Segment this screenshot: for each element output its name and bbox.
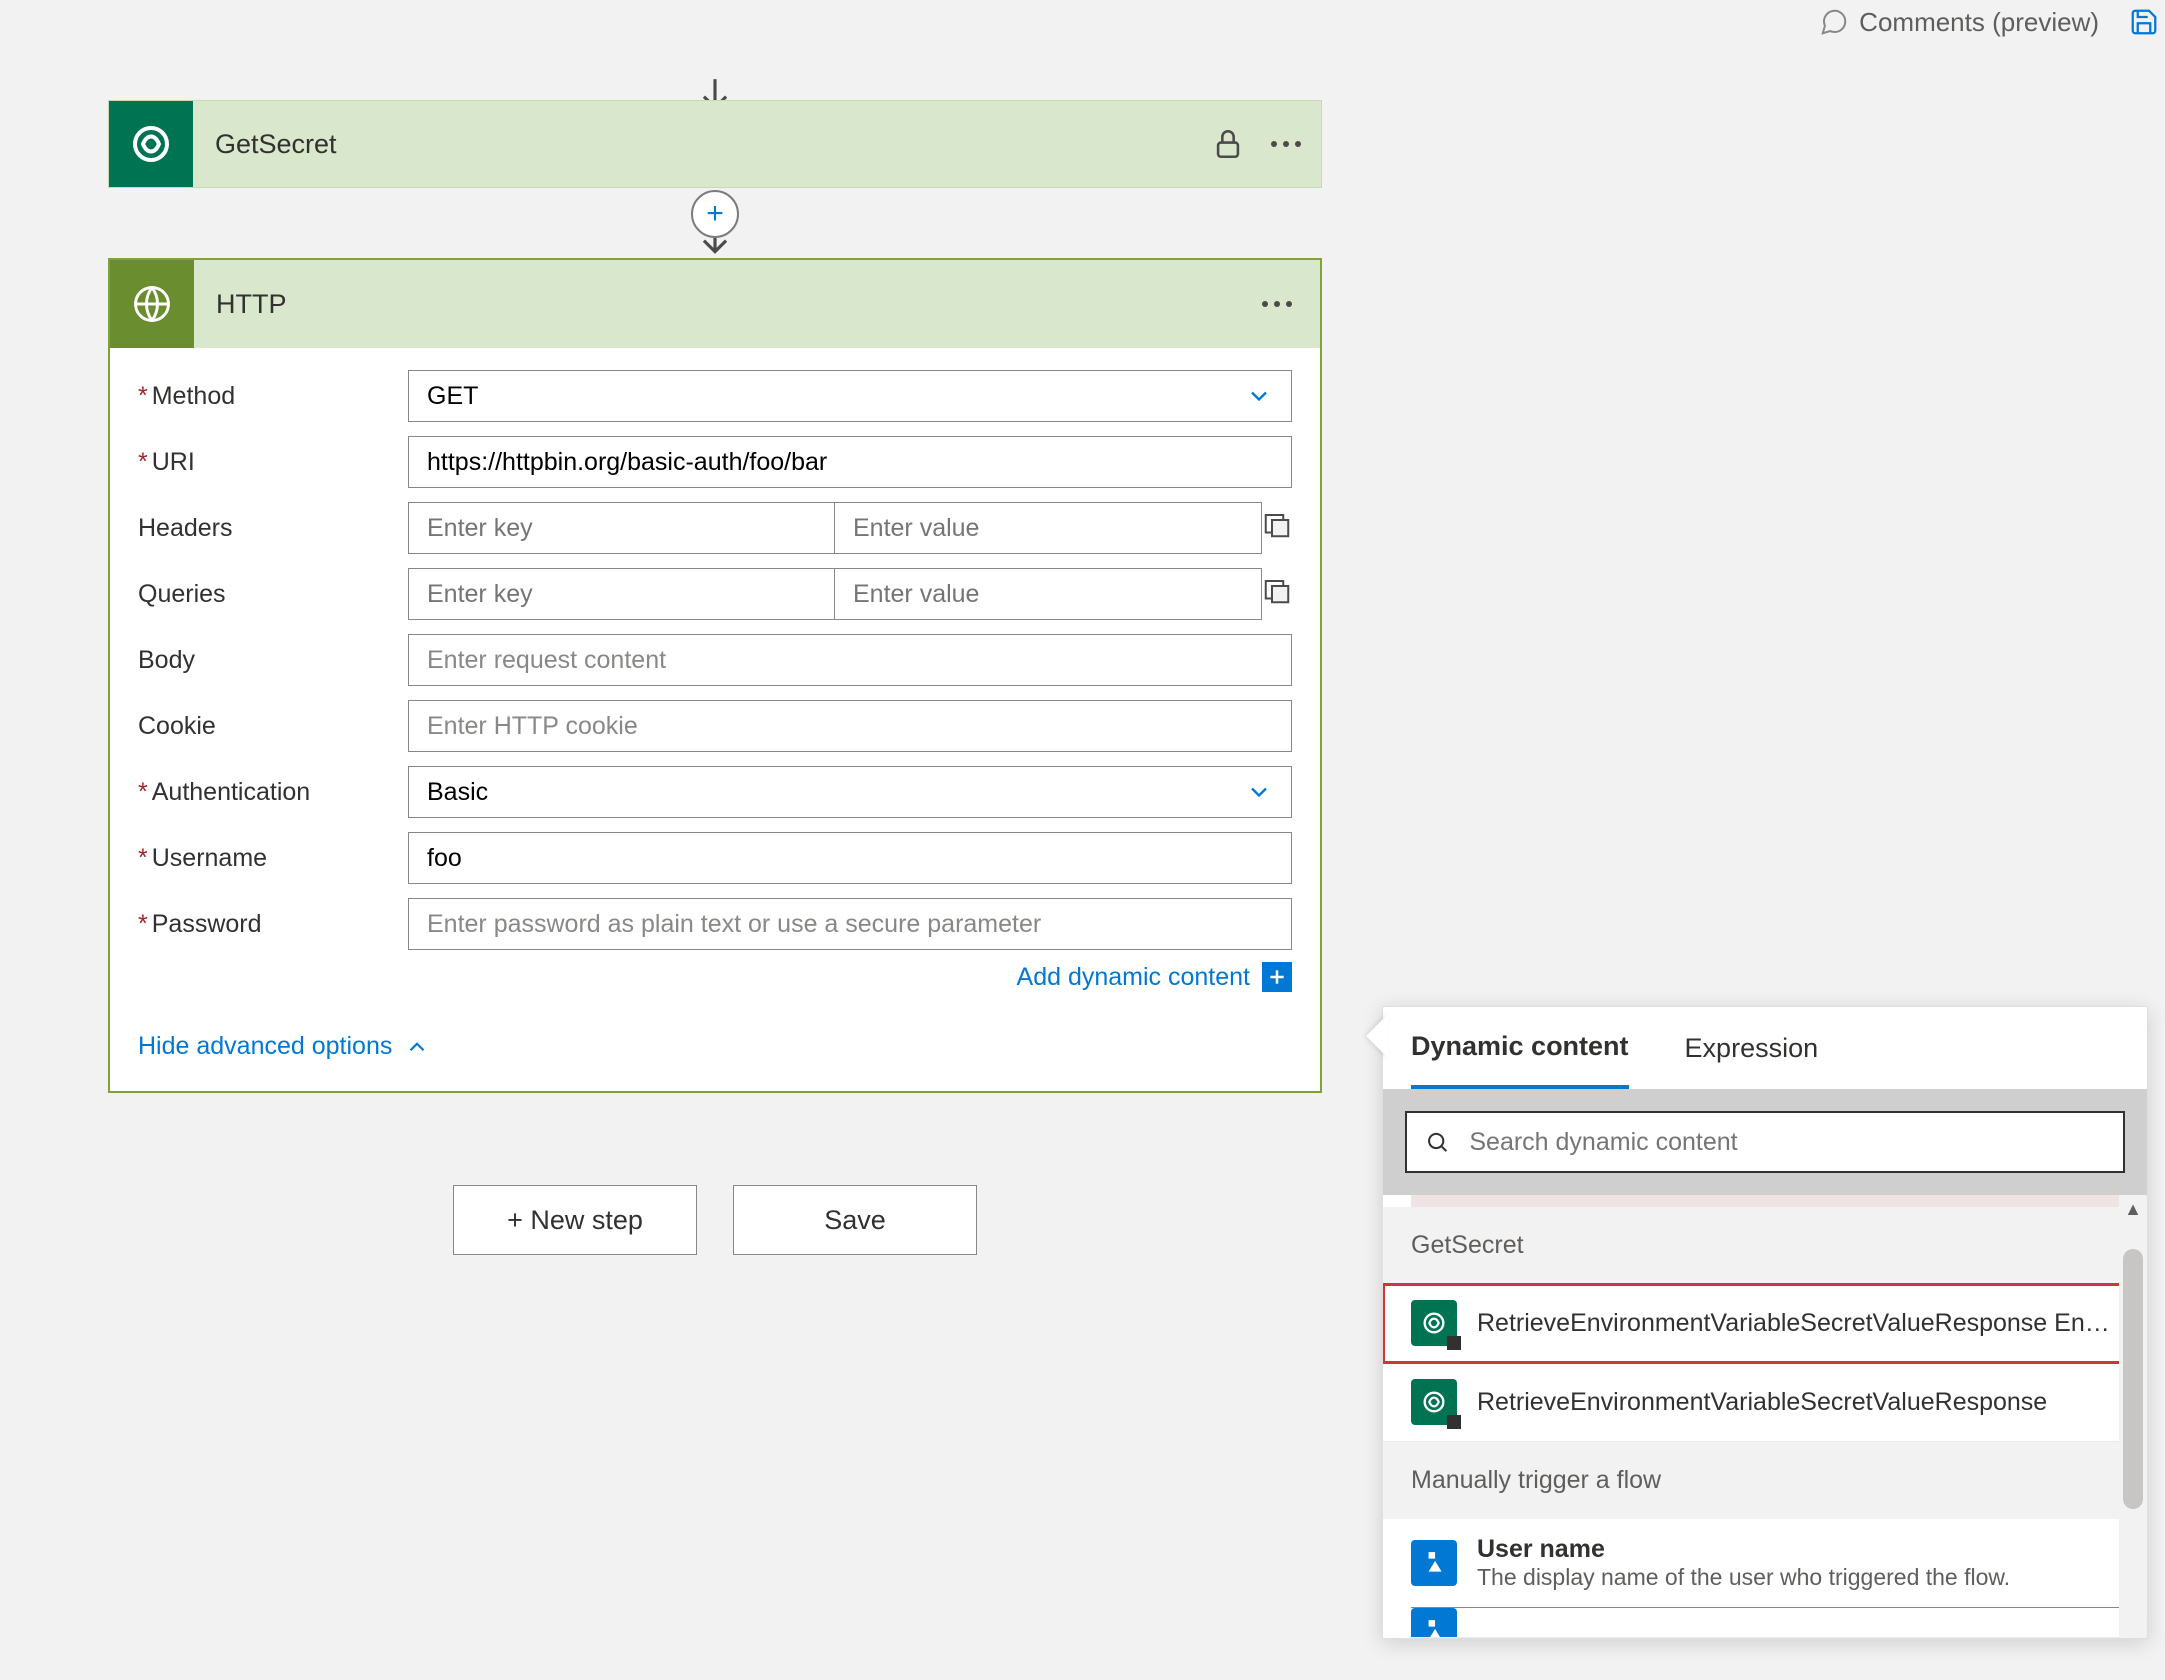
lock-icon (1211, 127, 1245, 161)
step-menu-button[interactable] (1271, 141, 1301, 147)
save-icon-button[interactable] (2129, 7, 2159, 37)
dynamic-item-retrieve-full[interactable]: RetrieveEnvironmentVariableSecretValueRe… (1383, 1363, 2147, 1442)
method-value: GET (427, 382, 478, 411)
scrollbar[interactable]: ▲ (2119, 1195, 2147, 1638)
switch-mode-button[interactable] (1262, 576, 1292, 613)
chevron-up-icon (404, 1034, 430, 1060)
save-icon (2129, 7, 2159, 37)
add-step-between-button[interactable]: + (691, 190, 739, 238)
dataverse-icon (1411, 1300, 1457, 1346)
queries-label: Queries (138, 568, 408, 609)
username-input[interactable] (408, 832, 1292, 884)
headers-key-input[interactable] (409, 503, 835, 553)
cookie-input[interactable] (408, 700, 1292, 752)
search-icon (1425, 1129, 1449, 1155)
authentication-value: Basic (427, 778, 488, 807)
headers-label: Headers (138, 502, 408, 543)
page-toolbar: Comments (preview) (1819, 0, 2165, 44)
queries-key-input[interactable] (409, 569, 835, 619)
dataverse-icon (109, 101, 193, 187)
headers-value-input[interactable] (835, 503, 1261, 553)
new-step-button[interactable]: + New step (453, 1185, 697, 1255)
scrollbar-thumb[interactable] (2123, 1249, 2143, 1509)
step-http-header[interactable]: HTTP (110, 260, 1320, 348)
http-icon (110, 260, 194, 348)
flow-icon (1411, 1540, 1457, 1586)
uri-label: *URI (138, 436, 408, 477)
flow-icon (1411, 1608, 1457, 1638)
scroll-up-icon: ▲ (2124, 1199, 2142, 1220)
dynamic-group-getsecret: GetSecret (1383, 1207, 2147, 1284)
comments-icon (1819, 7, 1849, 37)
save-button[interactable]: Save (733, 1185, 977, 1255)
comments-label: Comments (preview) (1859, 7, 2099, 38)
password-label: *Password (138, 898, 408, 939)
dynamic-item-partial[interactable] (1411, 1608, 2119, 1638)
tab-dynamic-content[interactable]: Dynamic content (1411, 1007, 1629, 1089)
body-label: Body (138, 634, 408, 675)
username-label: *Username (138, 832, 408, 873)
tab-expression[interactable]: Expression (1685, 1007, 1819, 1089)
dynamic-group-manual: Manually trigger a flow (1383, 1442, 2147, 1519)
method-dropdown[interactable]: GET (408, 370, 1292, 422)
fx-icon (1262, 962, 1292, 992)
chevron-down-icon (1245, 382, 1273, 410)
step-menu-button[interactable] (1262, 301, 1292, 307)
queries-value-input[interactable] (835, 569, 1261, 619)
step-getsecret-title: GetSecret (193, 129, 337, 160)
uri-input[interactable] (408, 436, 1292, 488)
chevron-down-icon (1245, 778, 1273, 806)
dynamic-item-username[interactable]: User name The display name of the user w… (1411, 1519, 2119, 1608)
callout-arrow-icon (1366, 1014, 1388, 1058)
hide-advanced-options-link[interactable]: Hide advanced options (138, 1032, 1292, 1061)
body-input[interactable] (408, 634, 1292, 686)
dynamic-content-panel: Dynamic content Expression GetSecret Ret… (1382, 1006, 2148, 1639)
dynamic-content-search-input[interactable] (1467, 1127, 2105, 1158)
dataverse-icon (1411, 1379, 1457, 1425)
password-input[interactable] (408, 898, 1292, 950)
step-getsecret[interactable]: GetSecret (108, 100, 1322, 188)
flow-canvas: GetSecret + HTTP *Method (108, 76, 1322, 1255)
add-dynamic-content-link[interactable]: Add dynamic content (408, 962, 1292, 992)
comments-button[interactable]: Comments (preview) (1819, 7, 2099, 38)
authentication-dropdown[interactable]: Basic (408, 766, 1292, 818)
switch-mode-button[interactable] (1262, 510, 1292, 547)
authentication-label: *Authentication (138, 766, 408, 807)
method-label: *Method (138, 370, 408, 411)
dynamic-item-retrieve-envi[interactable]: RetrieveEnvironmentVariableSecretValueRe… (1383, 1284, 2147, 1363)
step-http: HTTP *Method GET *URI (108, 258, 1322, 1093)
cookie-label: Cookie (138, 700, 408, 741)
step-http-title: HTTP (194, 289, 287, 320)
